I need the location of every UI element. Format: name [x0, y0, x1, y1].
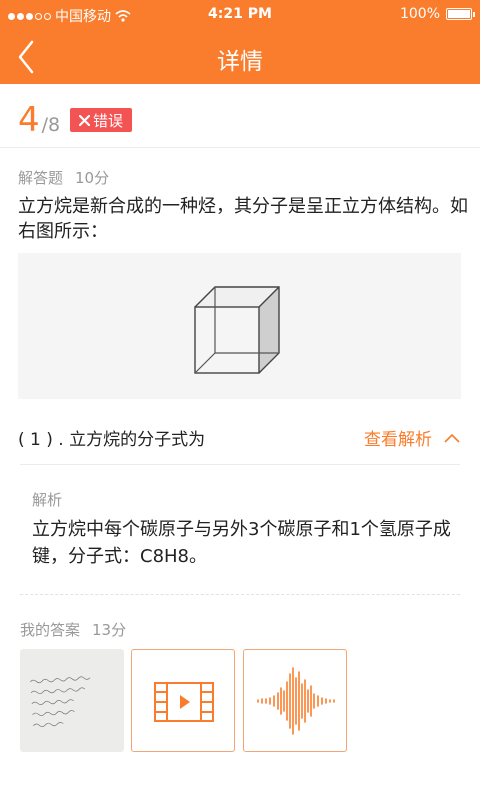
my-answer-header: 我的答案 13分	[20, 619, 126, 640]
error-badge-label: 错误	[92, 111, 123, 130]
question-type: 解答题	[18, 169, 64, 187]
question-score: 10分	[75, 169, 110, 187]
divider	[20, 464, 460, 465]
question-text: 立方烷是新合成的一种烃，其分子是呈正立方体结构。如右图所示：	[18, 196, 468, 242]
view-analysis-label[interactable]: 查看解析	[364, 425, 432, 450]
question-meta: 解答题 10分	[18, 167, 109, 188]
cube-figure	[18, 253, 461, 399]
view-analysis-toggle[interactable]: 查看解析	[364, 425, 460, 450]
analysis-label: 解析	[32, 491, 63, 509]
answer-video-thumbnail[interactable]	[131, 649, 235, 752]
page-title: 详情	[217, 49, 263, 75]
handwriting-image	[28, 670, 116, 740]
answer-audio-thumbnail[interactable]	[243, 649, 347, 752]
question-progress: 4 /8	[18, 100, 60, 140]
video-film-icon	[154, 682, 214, 722]
error-badge: 错误	[70, 108, 132, 132]
battery-icon	[446, 8, 475, 20]
divider	[0, 147, 480, 148]
battery-percent: 100%	[399, 6, 440, 22]
header-bar: 中国移动 4:21 PM 100% 详情	[0, 0, 480, 84]
chevron-up-icon[interactable]	[444, 433, 460, 443]
nav-bar: 详情	[0, 34, 480, 80]
answer-photo-thumbnail[interactable]	[20, 649, 124, 752]
dashed-divider	[20, 594, 460, 595]
cube-diagram-icon	[194, 286, 280, 374]
status-bar: 中国移动 4:21 PM 100%	[0, 0, 480, 30]
progress-total: /8	[41, 114, 61, 136]
my-answer-score: 13分	[92, 621, 127, 639]
close-x-icon	[78, 114, 90, 126]
progress-current: 4	[18, 100, 40, 140]
sub-question-1: ( 1 ) . 立方烷的分子式为	[18, 430, 206, 450]
analysis-text: 立方烷中每个碳原子与另外3个碳原子和1个氢原子成键，分子式：C8H8。	[32, 519, 451, 567]
my-answer-label: 我的答案	[20, 621, 81, 639]
audio-waveform-icon	[257, 667, 335, 735]
